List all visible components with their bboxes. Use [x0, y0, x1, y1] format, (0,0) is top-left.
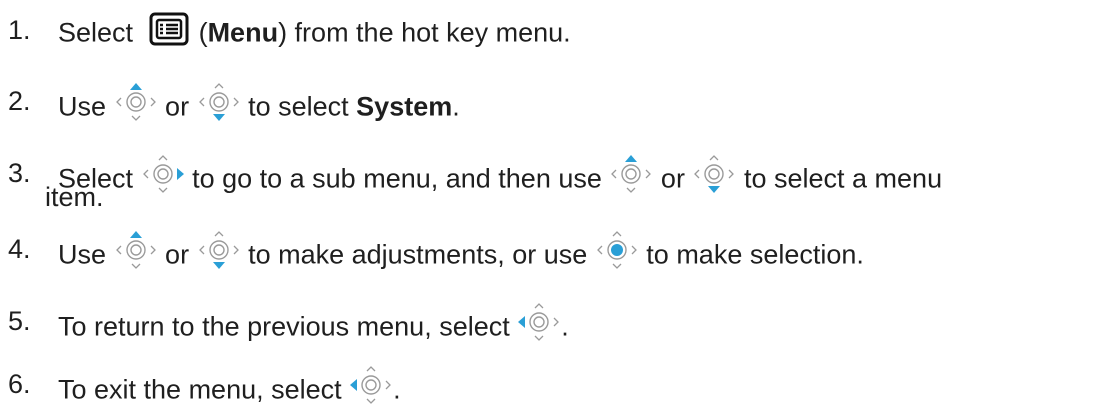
step-text: Select [58, 17, 134, 48]
period: . [561, 311, 569, 342]
dial-right-icon [141, 154, 185, 201]
dial-down-icon [692, 154, 736, 201]
instruction-list: 1. Select (Menu) from the hot key menu. … [0, 0, 1106, 416]
step-text: Use [58, 91, 107, 122]
step-text: To return to the previous menu, select [58, 311, 510, 342]
step-text-mid: to go to a sub menu, and then use [192, 163, 602, 194]
step-number: 4. [8, 234, 31, 264]
dial-left-icon [517, 302, 561, 349]
step-number: 5. [8, 306, 31, 336]
paren-open: ( [198, 17, 208, 48]
dial-center-icon [595, 230, 639, 277]
step-text-mid: to select [248, 91, 349, 122]
or-text: or [660, 163, 685, 194]
step-text-end: to make selection. [646, 239, 864, 270]
dial-up-icon [114, 230, 158, 277]
dial-up-icon [609, 154, 653, 201]
dial-down-icon [197, 82, 241, 129]
or-text: or [165, 239, 190, 270]
step-text: To exit the menu, select [58, 374, 342, 405]
period: . [452, 91, 460, 122]
system-term: System [356, 91, 453, 122]
step-continuation: item. [45, 182, 104, 212]
dial-left-icon [349, 365, 393, 412]
menu-list-icon [149, 12, 189, 53]
period: . [393, 374, 401, 405]
step-text: Use [58, 239, 107, 270]
step-text-end: to select a menu [743, 163, 943, 194]
step-number: 2. [8, 86, 31, 116]
menu-term: Menu [207, 17, 279, 48]
dial-down-icon [197, 230, 241, 277]
step-number: 6. [8, 369, 31, 399]
or-text: or [165, 91, 190, 122]
dial-up-icon [114, 82, 158, 129]
step-number: 3. [8, 158, 31, 188]
step-text-mid: to make adjustments, or use [248, 239, 588, 270]
step-text-end: ) from the hot key menu. [278, 17, 571, 48]
step-number: 1. [8, 15, 31, 45]
